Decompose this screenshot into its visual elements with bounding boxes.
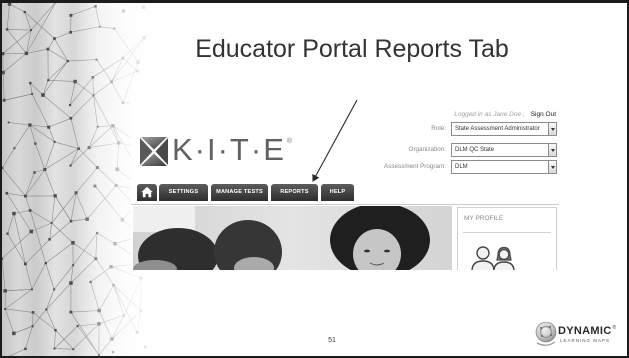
tab-reports[interactable]: REPORTS — [271, 184, 318, 201]
brand-registered-mark: ® — [612, 325, 617, 331]
slide-title: Educator Portal Reports Tab — [195, 35, 509, 63]
role-select[interactable]: State Assessment Administrator — [451, 122, 557, 136]
logged-in-status: Logged in as Jane Doe , — [454, 111, 525, 118]
profile-divider — [463, 232, 551, 233]
organization-select[interactable]: DLM QC State — [451, 143, 557, 157]
nav-divider — [131, 204, 559, 205]
people-icon[interactable] — [470, 245, 518, 270]
dynamic-learning-maps-logo-icon — [535, 321, 557, 346]
my-profile-title: MY PROFILE — [464, 215, 504, 222]
dynamic-learning-maps-wordmark: DYNAMIC ® — [558, 325, 616, 337]
organization-select-value: DLM QC State — [455, 147, 495, 153]
assessment-program-filter-row: Assessment Program: DLM — [131, 160, 559, 174]
role-filter-row: Role: State Assessment Administrator — [131, 122, 559, 136]
main-nav-bar: SETTINGS MANAGE TESTS REPORTS HELP — [137, 184, 367, 201]
assessment-program-select[interactable]: DLM — [451, 160, 557, 174]
photo-teacher-eye — [384, 249, 390, 253]
dropdown-arrow-icon[interactable] — [548, 144, 556, 156]
assessment-program-label: Assessment Program: — [384, 163, 446, 170]
organization-label: Organization: — [408, 146, 446, 153]
assessment-program-select-value: DLM — [455, 164, 468, 170]
dropdown-arrow-icon[interactable] — [548, 123, 556, 135]
sign-out-link[interactable]: Sign Out — [531, 111, 556, 118]
educator-portal-screenshot: K·I·T·E ® Logged in as Jane Doe , Sign Ou… — [131, 96, 559, 270]
user-session-bar: Logged in as Jane Doe , Sign Out — [454, 111, 556, 119]
dropdown-arrow-icon[interactable] — [548, 161, 556, 173]
home-icon — [141, 186, 153, 198]
tab-manage-tests[interactable]: MANAGE TESTS — [211, 184, 268, 201]
slide-page-number: 51 — [328, 337, 336, 344]
classroom-photo — [133, 206, 452, 270]
brand-tagline: LEARNING MAPS — [560, 338, 611, 343]
brand-name: DYNAMIC — [558, 325, 612, 337]
role-label: Role: — [431, 125, 446, 132]
tab-settings[interactable]: SETTINGS — [159, 184, 208, 201]
my-profile-panel: MY PROFILE — [457, 207, 557, 270]
organization-filter-row: Organization: DLM QC State — [131, 143, 559, 157]
presentation-slide: Educator Portal Reports Tab K·I·T·E ® Lo… — [0, 0, 629, 358]
photo-teacher-eye — [364, 249, 370, 253]
home-button[interactable] — [137, 184, 157, 201]
photo-window-light — [133, 206, 195, 232]
tab-help[interactable]: HELP — [321, 184, 354, 201]
role-select-value: State Assessment Administrator — [455, 126, 540, 132]
